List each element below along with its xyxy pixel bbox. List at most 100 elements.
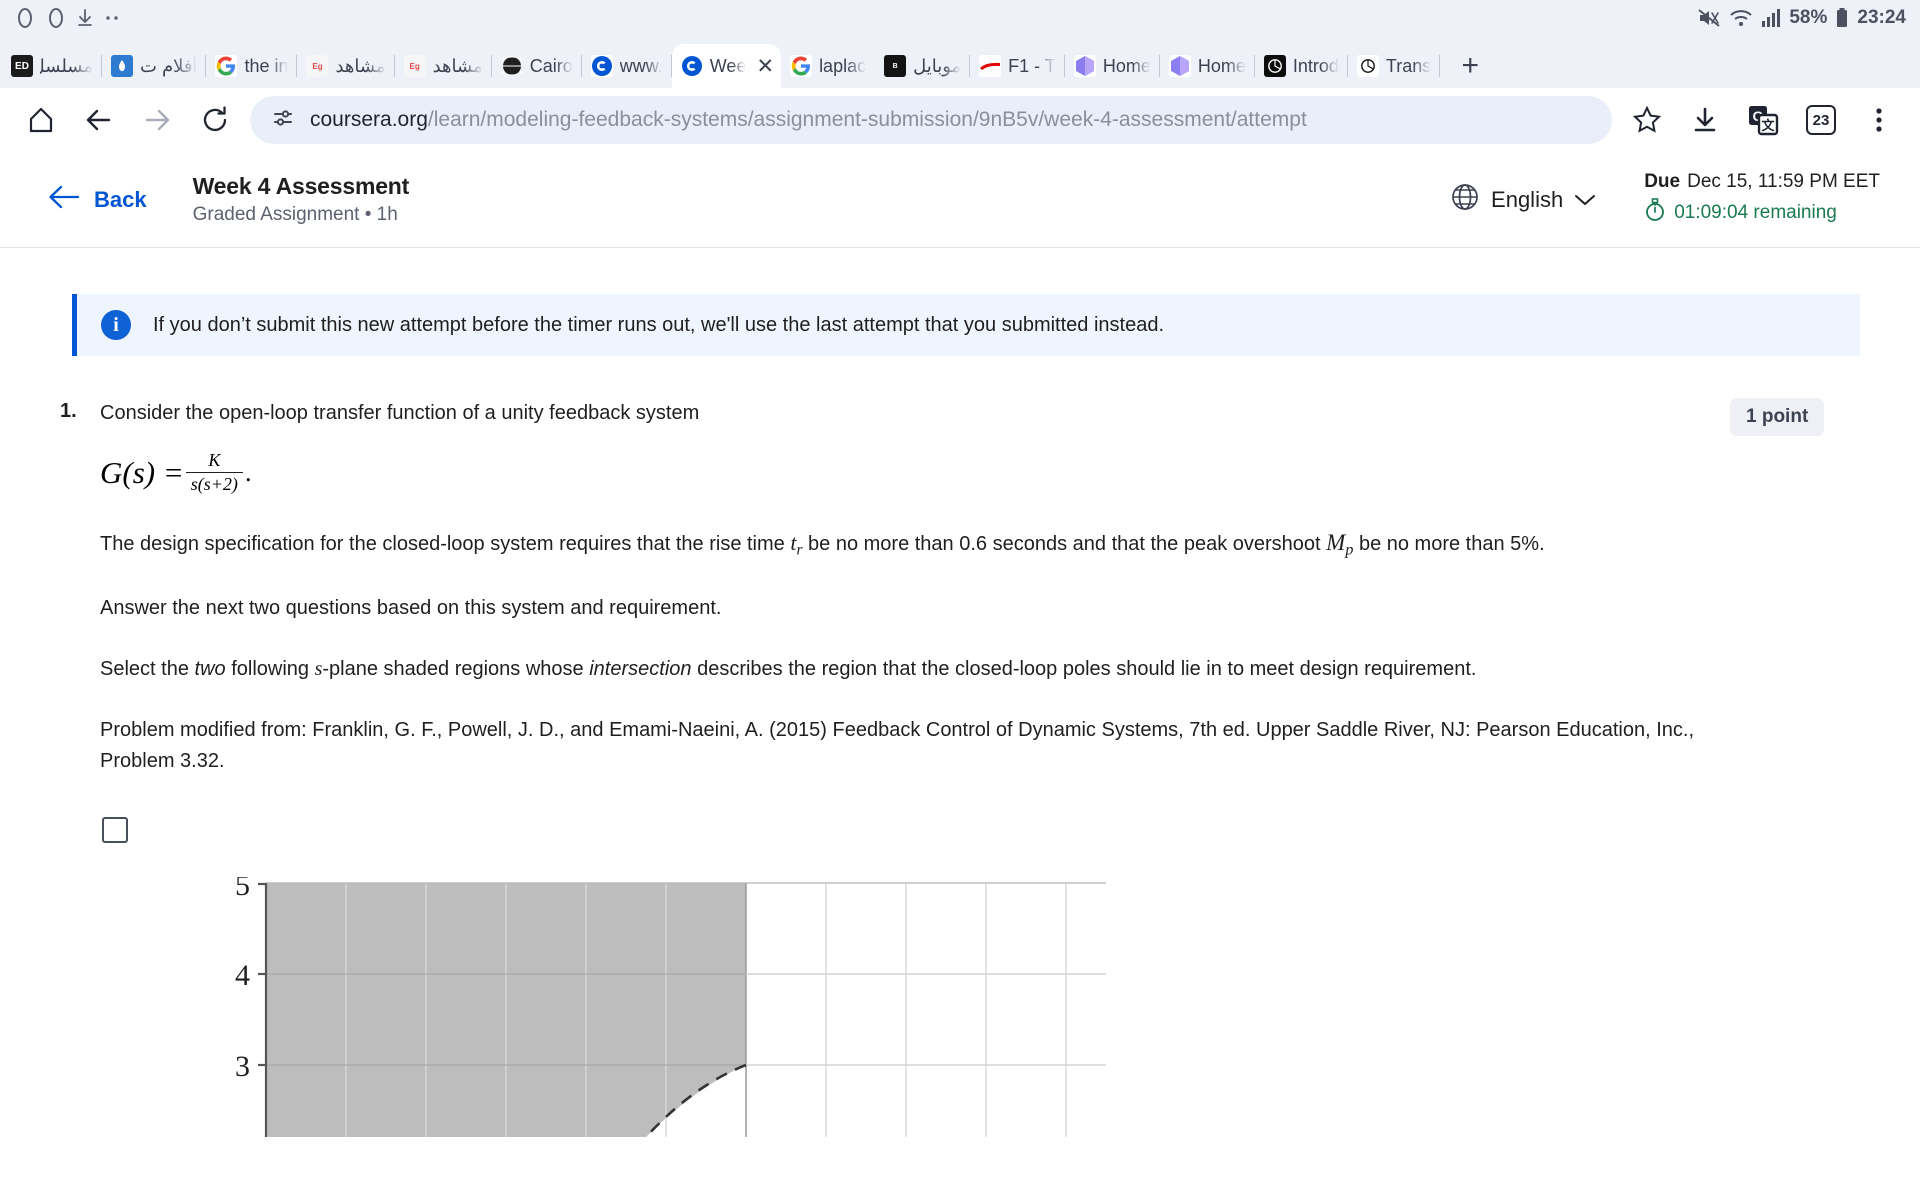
spec-text-a: The design specification for the closed-… xyxy=(100,533,791,555)
tab-label: مشاهد xyxy=(432,55,483,76)
formula-fraction: K s(s+2) xyxy=(185,450,243,495)
browser-tab-1[interactable]: أفلام ت xyxy=(102,44,207,88)
new-tab-button[interactable]: + xyxy=(1446,44,1494,88)
site-settings-icon[interactable] xyxy=(270,105,296,136)
answer-checkbox[interactable] xyxy=(102,817,128,844)
tab-favicon-egybest: Eg xyxy=(306,55,329,77)
photos-circle-icon xyxy=(14,7,36,29)
browser-tab-6[interactable]: www. xyxy=(582,44,672,88)
s-plane-chart-svg: 5 4 3 xyxy=(235,877,1106,1138)
back-button[interactable]: Back xyxy=(48,184,147,216)
instruction-paragraph: Answer the next two questions based on t… xyxy=(100,597,722,620)
clock-label: 23:24 xyxy=(1857,7,1906,28)
overshoot-symbol: Mp xyxy=(1326,530,1353,559)
browser-tab-3[interactable]: Eg مشاهد xyxy=(297,44,395,88)
option-checkbox-row[interactable] xyxy=(100,817,1700,844)
rise-time-symbol: tr xyxy=(790,530,802,558)
bookmark-star-icon[interactable] xyxy=(1618,91,1676,149)
browser-tab-2[interactable]: the in xyxy=(206,44,298,88)
language-label: English xyxy=(1491,186,1564,212)
design-spec-paragraph: The design specification for the closed-… xyxy=(100,525,1700,563)
browser-tab-14[interactable]: Trans xyxy=(1348,44,1441,88)
browser-tab-8[interactable]: laplac xyxy=(781,44,875,88)
formula-numerator: K xyxy=(208,450,221,470)
tab-label: أفلام ت xyxy=(140,55,198,76)
status-bar-left-icons xyxy=(14,7,121,29)
stopwatch-icon xyxy=(1644,198,1666,228)
overshoot-var: M xyxy=(1326,530,1346,555)
address-bar-text[interactable]: coursera.org/learn/modeling-feedback-sys… xyxy=(310,108,1307,132)
y-axis-tick-labels: 5 4 3 xyxy=(235,877,250,1083)
tab-favicon-hexagon xyxy=(1073,55,1096,77)
browser-tab-13[interactable]: Introd xyxy=(1255,44,1348,88)
omnibox[interactable]: coursera.org/learn/modeling-feedback-sys… xyxy=(250,96,1612,144)
reload-icon[interactable] xyxy=(186,91,244,149)
browser-tab-active-coursera[interactable]: Wee ✕ xyxy=(671,44,782,88)
globe-icon xyxy=(1450,182,1480,218)
y-tick-4: 4 xyxy=(235,959,250,992)
tab-counter-button[interactable]: 23 xyxy=(1792,91,1850,149)
tab-label: the in xyxy=(244,55,289,76)
home-icon[interactable] xyxy=(12,91,70,149)
more-icon xyxy=(103,14,121,22)
overflow-menu-icon[interactable] xyxy=(1850,91,1908,149)
translate-icon[interactable]: G 文 xyxy=(1734,91,1792,149)
status-bar-right: 58% 23:24 xyxy=(1697,7,1906,29)
question-1: 1. Consider the open-loop transfer funct… xyxy=(0,398,1920,1138)
browser-tab-0[interactable]: ED مسلسل xyxy=(2,44,102,88)
tab-label: Wee xyxy=(709,55,747,76)
browser-tab-strip[interactable]: ED مسلسل أفلام ت the in Eg مشاهد Eg مشاه… xyxy=(0,36,1920,88)
browser-tab-11[interactable]: Home xyxy=(1065,44,1160,88)
language-selector[interactable]: English xyxy=(1450,182,1596,218)
s-plane-region-plot: 5 4 3 xyxy=(100,877,1700,1138)
select-text-b: following xyxy=(225,658,315,681)
due-label: Due xyxy=(1644,171,1681,192)
select-text-c: -plane shaded regions whose xyxy=(322,658,590,681)
question-stem: Consider the open-loop transfer function… xyxy=(100,402,700,424)
assessment-header: Back Week 4 Assessment Graded Assignment… xyxy=(0,152,1920,248)
tab-label: www. xyxy=(619,55,663,76)
mute-icon xyxy=(1697,7,1721,29)
browser-tab-12[interactable]: Home xyxy=(1160,44,1255,88)
svg-text:文: 文 xyxy=(1761,118,1775,133)
url-domain: coursera.org xyxy=(310,108,428,131)
citation-paragraph: Problem modified from: Franklin, G. F., … xyxy=(100,719,1695,773)
browser-tab-4[interactable]: Eg مشاهد xyxy=(395,44,492,88)
due-date-row: Due Dec 15, 11:59 PM EET xyxy=(1644,171,1880,193)
tab-favicon-openai-light xyxy=(1356,55,1379,77)
notice-text: If you don’t submit this new attempt bef… xyxy=(153,313,1165,336)
formula-denominator: s(s+2) xyxy=(185,472,243,495)
tab-favicon-coursera-active xyxy=(680,55,703,77)
question-points-badge: 1 point xyxy=(1730,398,1825,436)
page-title: Week 4 Assessment xyxy=(192,173,410,199)
toolbar-right-group[interactable]: G 文 23 xyxy=(1618,91,1908,149)
formula-trailing-period: . xyxy=(244,457,252,487)
select-emphasis-two: two xyxy=(194,658,226,681)
browser-tab-5[interactable]: Cairo xyxy=(492,44,582,88)
select-emphasis-intersection: intersection xyxy=(589,658,692,681)
browser-tab-9[interactable]: B موبايل xyxy=(875,44,971,88)
download-tray-icon[interactable] xyxy=(1676,91,1734,149)
tab-favicon-btech: B xyxy=(884,55,907,77)
formula-expression: G(s) = K s(s+2) . xyxy=(100,450,251,495)
select-instruction-paragraph: Select the two following s-plane shaded … xyxy=(100,654,1700,685)
close-icon[interactable]: ✕ xyxy=(753,56,777,77)
tab-label: Home xyxy=(1197,55,1246,76)
tab-favicon-aljazeera xyxy=(111,55,133,77)
tab-favicon-f1 xyxy=(979,55,1002,77)
browser-tab-10[interactable]: F1 - T xyxy=(970,44,1065,88)
assessment-content: i If you don’t submit this new attempt b… xyxy=(0,294,1920,1138)
transfer-function-formula: G(s) = K s(s+2) . xyxy=(100,450,1700,495)
tab-label: مسلسل xyxy=(40,55,93,76)
timer-label: 01:09:04 remaining xyxy=(1674,202,1837,223)
back-icon[interactable] xyxy=(70,91,128,149)
assignment-meta: Week 4 Assessment Graded Assignment • 1h xyxy=(193,173,410,226)
tab-favicon-google-2 xyxy=(790,55,813,77)
tab-favicon-coursera xyxy=(590,55,613,77)
chevron-down-icon xyxy=(1574,187,1596,213)
signal-icon xyxy=(1761,8,1781,28)
tab-label: Home xyxy=(1102,55,1151,76)
browser-toolbar[interactable]: coursera.org/learn/modeling-feedback-sys… xyxy=(0,88,1920,152)
y-tick-5: 5 xyxy=(235,877,250,902)
due-value: Dec 15, 11:59 PM EET xyxy=(1687,171,1880,192)
